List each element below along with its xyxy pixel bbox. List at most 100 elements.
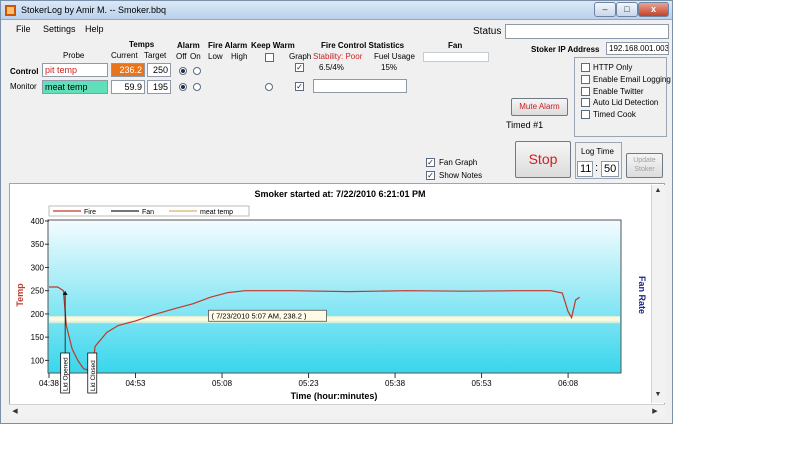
header-target: Target — [144, 51, 167, 60]
auto-lid-checkbox[interactable] — [581, 98, 590, 107]
y-tick-label: 150 — [31, 333, 45, 342]
y-axis-label: Temp — [15, 283, 25, 307]
control-alarm-on-radio[interactable] — [193, 67, 201, 75]
note-lid-closed: Lid Closed — [90, 360, 97, 391]
log-time-minutes[interactable]: 11 — [577, 161, 593, 177]
http-only-checkbox[interactable] — [581, 63, 590, 72]
menu-file[interactable]: File — [16, 24, 31, 34]
auto-lid-label: Auto Lid Detection — [593, 98, 659, 107]
y-tick-label: 200 — [31, 310, 45, 319]
target-range-band — [49, 316, 620, 324]
email-logging-label: Enable Email Logging — [593, 75, 671, 84]
x-tick-label: 05:38 — [385, 379, 406, 388]
header-fan: Fan — [448, 41, 463, 50]
scroll-right-arrow-icon[interactable]: ▶ — [649, 407, 661, 415]
window-title: StokerLog by Amir M. -- Smoker.bbq — [21, 5, 167, 15]
update-stoker-button[interactable]: Update Stoker — [626, 153, 663, 178]
x-tick-label: 04:53 — [125, 379, 146, 388]
chart-title: Smoker started at: 7/22/2010 6:21:01 PM — [254, 189, 425, 199]
stoker-ip-field[interactable]: 192.168.001.003 — [606, 42, 669, 55]
monitor-keep-warm-radio[interactable] — [265, 83, 273, 91]
y-tick-label: 100 — [31, 356, 45, 365]
legend-fire: Fire — [84, 209, 96, 216]
header-alarm: Alarm — [177, 41, 200, 50]
header-fire-alarm: Fire Alarm — [208, 41, 248, 50]
fan-graph-label: Fan Graph — [439, 158, 478, 167]
header-fuel-usage: Fuel Usage — [374, 52, 415, 61]
status-field[interactable] — [505, 24, 669, 39]
control-graph-checkbox[interactable]: ✓ — [295, 63, 304, 72]
timed-label: Timed #1 — [506, 120, 544, 130]
show-notes-checkbox[interactable]: ✓ — [426, 171, 435, 180]
twitter-checkbox[interactable] — [581, 87, 590, 96]
minimize-button[interactable]: – — [594, 2, 616, 17]
header-on: On — [190, 52, 201, 61]
note-lid-opened: Lid Opened — [63, 357, 70, 391]
temperature-chart: Smoker started at: 7/22/2010 6:21:01 PM … — [15, 189, 647, 401]
title-bar[interactable]: StokerLog by Amir M. -- Smoker.bbq – □ x — [1, 1, 672, 20]
scroll-down-arrow-icon[interactable]: ▼ — [652, 391, 664, 398]
control-alarm-off-radio[interactable] — [179, 67, 187, 75]
monitor-current-temp: 59.9 — [111, 80, 145, 94]
fan-field-top[interactable] — [423, 52, 489, 62]
control-fuel-value: 15% — [381, 63, 398, 72]
x-axis-ticks: 04:38 04:53 05:08 05:23 05:38 05:53 06:08 — [39, 373, 579, 388]
control-stat-value: 6.5/4% — [319, 63, 344, 72]
email-logging-checkbox[interactable] — [581, 75, 590, 84]
close-button[interactable]: x — [638, 2, 669, 17]
y-tick-label: 300 — [31, 263, 45, 272]
header-keep-warm: Keep Warm — [251, 41, 295, 50]
fan-graph-checkbox[interactable]: ✓ — [426, 158, 435, 167]
monitor-fan-field[interactable] — [313, 79, 407, 93]
scroll-left-arrow-icon[interactable]: ◀ — [9, 407, 21, 415]
x-tick-label: 06:08 — [558, 379, 579, 388]
scroll-up-arrow-icon[interactable]: ▲ — [652, 187, 664, 194]
menu-settings[interactable]: Settings — [43, 24, 76, 34]
y-tick-label: 250 — [31, 287, 45, 296]
monitor-target-temp[interactable]: 195 — [147, 80, 171, 94]
stoker-ip-label: Stoker IP Address — [531, 45, 600, 54]
stability-text: Stability: Poor — [313, 52, 363, 61]
log-time-seconds[interactable]: 50 — [601, 161, 619, 177]
header-low: Low — [208, 52, 223, 61]
x-tick-label: 04:38 — [39, 379, 60, 388]
row-monitor-label: Monitor — [10, 82, 37, 91]
header-temps: Temps — [129, 40, 155, 49]
monitor-probe-name[interactable]: meat temp — [42, 80, 108, 94]
monitor-alarm-on-radio[interactable] — [193, 83, 201, 91]
monitor-graph-checkbox[interactable]: ✓ — [295, 82, 304, 91]
maximize-button[interactable]: □ — [616, 2, 638, 17]
control-keep-warm-checkbox[interactable] — [265, 53, 274, 62]
header-off: Off — [176, 52, 187, 61]
app-window: StokerLog by Amir M. -- Smoker.bbq – □ x… — [0, 0, 673, 424]
legend-fan: Fan — [142, 209, 154, 216]
y2-axis-label: Fan Rate — [637, 276, 647, 314]
control-probe-name[interactable]: pit temp — [42, 63, 108, 77]
x-tick-label: 05:23 — [299, 379, 320, 388]
control-current-temp: 236.2 — [111, 63, 145, 77]
stop-button[interactable]: Stop — [515, 141, 571, 178]
y-axis-ticks: 100 150 200 250 300 350 400 — [31, 217, 49, 365]
mute-alarm-button[interactable]: Mute Alarm — [511, 98, 568, 116]
chart-horizontal-scrollbar[interactable]: ◀ ▶ — [9, 404, 665, 418]
header-high: High — [231, 52, 248, 61]
chart-vertical-scrollbar[interactable]: ▲ ▼ — [651, 185, 665, 403]
twitter-label: Enable Twitter — [593, 87, 644, 96]
show-notes-label: Show Notes — [439, 171, 483, 180]
menu-help[interactable]: Help — [85, 24, 104, 34]
log-time-label: Log Time — [581, 147, 614, 156]
y-tick-label: 350 — [31, 240, 45, 249]
plot-area — [47, 219, 622, 374]
header-graph: Graph — [289, 52, 312, 61]
tooltip-text: ( 7/23/2010 5:07 AM, 238.2 ) — [211, 311, 307, 320]
header-fire-control-statistics: Fire Control Statistics — [321, 41, 405, 50]
timed-cook-label: Timed Cook — [593, 110, 636, 119]
monitor-alarm-off-radio[interactable] — [179, 83, 187, 91]
legend-meat: meat temp — [200, 209, 233, 216]
header-probe: Probe — [63, 51, 85, 60]
row-control-label: Control — [10, 67, 39, 76]
app-icon — [5, 5, 16, 16]
timed-cook-checkbox[interactable] — [581, 110, 590, 119]
control-target-temp[interactable]: 250 — [147, 63, 171, 77]
x-axis-label: Time (hour:minutes) — [291, 391, 378, 401]
